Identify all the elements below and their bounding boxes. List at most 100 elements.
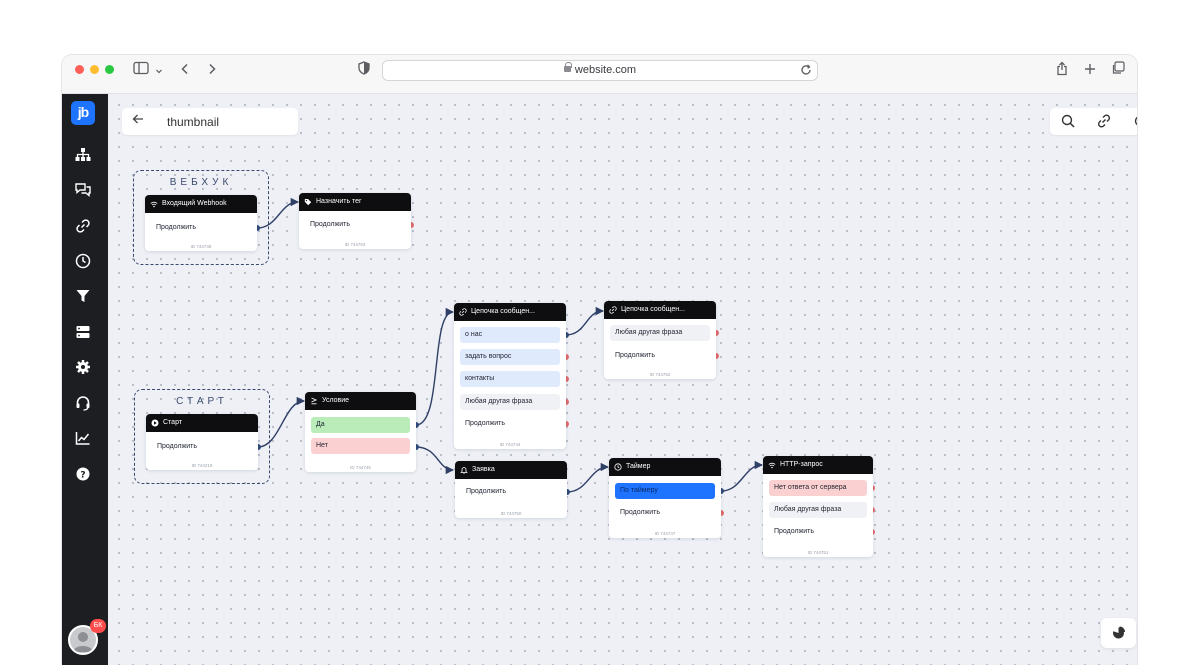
option-continue[interactable]: Продолжить xyxy=(461,484,561,500)
lock-icon xyxy=(563,62,572,72)
pie-chart-button[interactable] xyxy=(1101,618,1136,648)
canvas-tools xyxy=(1050,108,1137,135)
node-header: Старт xyxy=(146,414,258,432)
search-icon[interactable] xyxy=(1060,113,1076,129)
option-any-phrase[interactable]: Любая другая фраза xyxy=(769,502,867,518)
node-title: Заявка xyxy=(472,466,495,473)
group-label-start: СТАРТ xyxy=(176,396,228,407)
option-yes[interactable]: Да xyxy=(311,417,410,433)
flow-canvas[interactable]: thumbnail ВЕБХУК Входящий Webhook Продол… xyxy=(108,94,1137,665)
node-timer[interactable]: Таймер По таймеру Продолжить ID 744747 xyxy=(609,458,721,538)
node-id: ID 744753 xyxy=(344,242,366,247)
node-condition[interactable]: Условие Да Нет ID 744745 xyxy=(305,392,416,472)
server-icon[interactable] xyxy=(73,322,93,342)
node-request[interactable]: Заявка Продолжить ID 744750 xyxy=(455,461,567,518)
sidebar-toggle-icon[interactable] xyxy=(132,61,150,79)
option-continue[interactable]: Продолжить xyxy=(151,220,251,236)
option-by-timer[interactable]: По таймеру xyxy=(615,483,715,499)
option-continue[interactable]: Продолжить xyxy=(769,524,867,540)
arrow-left-icon[interactable] xyxy=(132,113,144,128)
app-sidebar: jb ? БК xyxy=(62,94,108,665)
wifi-icon xyxy=(150,201,158,208)
chat-icon[interactable] xyxy=(73,180,93,200)
node-incoming-webhook[interactable]: Входящий Webhook Продолжить ID 744748 xyxy=(145,195,257,251)
chart-icon[interactable] xyxy=(73,428,93,448)
play-circle-icon xyxy=(151,419,159,427)
option-continue[interactable]: Продолжить xyxy=(610,348,710,364)
clock-icon xyxy=(614,463,622,471)
link-icon[interactable] xyxy=(73,216,93,236)
node-id: ID 744752 xyxy=(649,372,671,377)
node-title: Старт xyxy=(163,419,183,426)
minimize-window-button[interactable] xyxy=(90,65,99,74)
tag-icon xyxy=(304,199,312,206)
sitemap-icon[interactable] xyxy=(73,145,93,165)
wire-yes-to-chain1 xyxy=(415,307,455,426)
option-no-server-response[interactable]: Нет ответа от сервера xyxy=(769,480,867,496)
option-continue[interactable]: Продолжить xyxy=(305,217,405,233)
maximize-window-button[interactable] xyxy=(105,65,114,74)
reload-icon[interactable] xyxy=(799,63,813,82)
headset-icon[interactable] xyxy=(73,393,93,413)
node-id: ID 744745 xyxy=(350,465,371,470)
option-no[interactable]: Нет xyxy=(311,438,410,454)
node-title: HTTP-запрос xyxy=(780,461,823,468)
svg-text:?: ? xyxy=(80,470,85,480)
node-title: Цепочка сообщен... xyxy=(621,306,685,313)
node-title: Назначить тег xyxy=(316,198,362,205)
url-text: website.com xyxy=(574,64,637,76)
close-window-button[interactable] xyxy=(75,65,84,74)
link-icon[interactable] xyxy=(1096,113,1112,129)
node-http-request[interactable]: HTTP-запрос Нет ответа от сервера Любая … xyxy=(763,456,873,557)
node-header: Цепочка сообщен... xyxy=(454,303,566,321)
node-id: ID 744748 xyxy=(190,244,212,249)
forward-icon[interactable] xyxy=(205,61,219,79)
wire-chain1-to-chain2 xyxy=(565,306,605,336)
shield-icon[interactable] xyxy=(356,61,372,79)
browser-toolbar: website.com xyxy=(62,55,1137,94)
link-icon xyxy=(609,306,617,314)
option-any-phrase[interactable]: Любая другая фраза xyxy=(460,394,560,410)
wire-zayavka-to-timer xyxy=(566,462,610,493)
help-icon[interactable]: ? xyxy=(73,464,93,484)
flow-title[interactable]: thumbnail xyxy=(167,115,219,129)
clock-icon[interactable] xyxy=(73,251,93,271)
option-continue[interactable]: Продолжить xyxy=(460,416,560,432)
chevron-down-icon[interactable] xyxy=(154,61,164,79)
group-label-webhook: ВЕБХУК xyxy=(169,177,233,188)
wire-timer-to-http xyxy=(720,460,764,492)
new-tab-icon[interactable] xyxy=(1082,61,1098,79)
node-id: ID 744744 xyxy=(499,442,521,447)
settings-icon[interactable] xyxy=(1132,113,1137,129)
node-header: Цепочка сообщен... xyxy=(604,301,716,319)
link-icon xyxy=(459,308,467,316)
app-logo[interactable]: jb xyxy=(71,101,95,125)
filter-icon[interactable] xyxy=(73,286,93,306)
node-start[interactable]: Старт Продолжить ID 744219 xyxy=(146,414,258,470)
option-continue[interactable]: Продолжить xyxy=(152,439,252,455)
tab-overview-icon[interactable] xyxy=(1110,61,1126,79)
node-message-chain-1[interactable]: Цепочка сообщен... о нас задать вопрос к… xyxy=(454,303,566,449)
option-continue[interactable]: Продолжить xyxy=(615,505,715,521)
share-icon[interactable] xyxy=(1054,61,1070,79)
greater-equal-icon xyxy=(311,397,318,405)
node-id: ID 744751 xyxy=(807,550,829,555)
node-header: Таймер xyxy=(609,458,721,476)
back-icon[interactable] xyxy=(178,61,192,79)
bell-icon xyxy=(460,467,468,474)
node-header: Условие xyxy=(305,392,416,410)
option-any-phrase[interactable]: Любая другая фраза xyxy=(610,325,710,341)
node-header: Назначить тег xyxy=(299,193,411,211)
option-contacts[interactable]: контакты xyxy=(460,371,560,387)
node-title: Цепочка сообщен... xyxy=(471,308,535,315)
option-ask-question[interactable]: задать вопрос xyxy=(460,349,560,365)
title-panel: thumbnail xyxy=(122,108,298,135)
wifi-icon xyxy=(768,462,776,469)
node-message-chain-2[interactable]: Цепочка сообщен... Любая другая фраза Пр… xyxy=(604,301,716,379)
address-bar[interactable]: website.com xyxy=(382,60,818,81)
gear-icon[interactable] xyxy=(73,357,93,377)
node-assign-tag[interactable]: Назначить тег Продолжить ID 744753 xyxy=(299,193,411,249)
wire-no-to-zayavka xyxy=(415,446,455,475)
node-title: Входящий Webhook xyxy=(162,200,227,207)
option-about[interactable]: о нас xyxy=(460,327,560,343)
